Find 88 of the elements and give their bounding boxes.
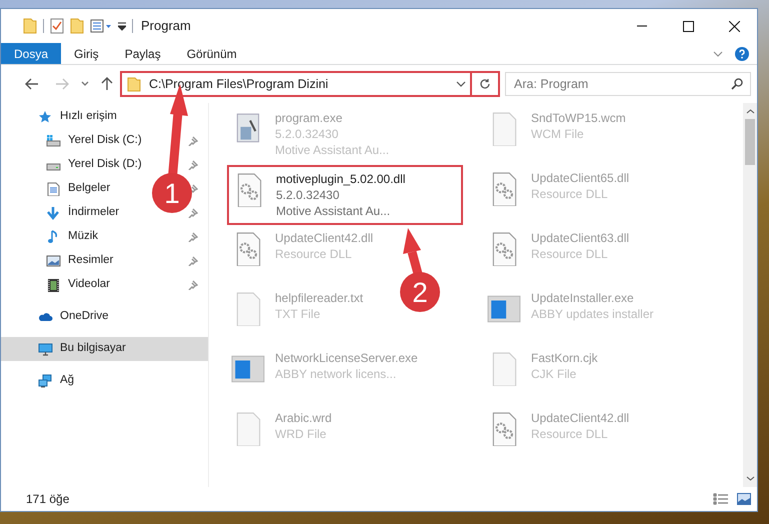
- file-name: helpfilereader.txt: [275, 290, 364, 306]
- file-detail: Motive Assistant Au...: [275, 142, 390, 158]
- file-detail: WCM File: [531, 126, 585, 142]
- back-arrow-icon[interactable]: [25, 78, 39, 90]
- nav-item[interactable]: Müzik: [68, 228, 98, 246]
- ribbon-tab[interactable]: Dosya: [1, 43, 62, 64]
- cloud-icon: [38, 310, 53, 324]
- up-arrow-icon[interactable]: [101, 77, 113, 91]
- scroll-thumb[interactable]: [745, 119, 755, 165]
- video-icon: [46, 278, 61, 292]
- ribbon-tab[interactable]: Giriş: [61, 43, 112, 64]
- file-name: UpdateClient65.dll: [531, 170, 630, 186]
- file-detail: 5.2.0.32430: [275, 126, 340, 142]
- expand-ribbon-icon[interactable]: [713, 50, 723, 56]
- callout-arrow: [403, 228, 422, 276]
- address-field[interactable]: C:\Program Files\Program Dizini: [120, 71, 472, 97]
- callout-badge: 2: [400, 272, 440, 312]
- help-icon[interactable]: [735, 46, 749, 60]
- file-name: motiveplugin_5.02.00.dll: [276, 171, 406, 187]
- checklist-icon[interactable]: [50, 18, 64, 34]
- customize-toolbar-icon[interactable]: [118, 21, 126, 31]
- pin-icon[interactable]: [188, 280, 198, 290]
- file-name: Arabic.wrd: [275, 410, 332, 426]
- network-icon: [38, 374, 53, 388]
- file-detail: Resource DLL: [531, 426, 609, 442]
- file-name: FastKorn.cjk: [531, 350, 598, 366]
- nav-item[interactable]: Ağ: [60, 372, 74, 390]
- file-name: NetworkLicenseServer.exe: [275, 350, 418, 366]
- nav-item[interactable]: Belgeler: [68, 180, 110, 198]
- nav-item[interactable]: Bu bilgisayar: [60, 340, 126, 358]
- folder-icon[interactable]: [23, 18, 37, 34]
- refresh-icon: [479, 78, 491, 90]
- address-path: C:\Program Files\Program Dizini: [149, 76, 328, 93]
- pin-icon[interactable]: [188, 160, 198, 170]
- download-icon: [46, 206, 61, 220]
- pin-icon[interactable]: [188, 136, 198, 146]
- nav-item[interactable]: Hızlı erişim: [60, 108, 117, 126]
- ribbon-tab[interactable]: Paylaş: [112, 43, 174, 64]
- item-count: 171 öğe: [26, 491, 70, 508]
- file-detail: TXT File: [275, 306, 322, 322]
- details-view-icon[interactable]: [713, 493, 729, 505]
- folder-icon[interactable]: [70, 18, 84, 34]
- search-field[interactable]: Ara: Program: [505, 72, 751, 96]
- file-detail: Motive Assistant Au...: [276, 203, 392, 219]
- document-icon: [46, 182, 61, 196]
- nav-item[interactable]: OneDrive: [60, 308, 109, 326]
- file-item[interactable]: motiveplugin_5.02.00.dll 5.2.0.32430 Motive Assistant Au...: [227, 165, 463, 225]
- properties-icon[interactable]: [90, 19, 112, 33]
- file-name: UpdateClient42.dll: [275, 230, 374, 246]
- file-name: UpdateClient42.dll: [531, 410, 630, 426]
- computer-icon: [38, 342, 53, 356]
- pin-icon[interactable]: [188, 256, 198, 266]
- scroll-up-icon[interactable]: [746, 109, 754, 114]
- dropdown-caret-icon[interactable]: [456, 81, 466, 87]
- nav-item[interactable]: Yerel Disk (D:): [68, 156, 142, 174]
- nav-item[interactable]: Yerel Disk (C:): [68, 132, 142, 150]
- picture-icon: [46, 254, 61, 268]
- file-detail: ABBY updates installer: [531, 306, 654, 322]
- file-name: SndToWP15.wcm: [531, 110, 626, 126]
- system-drive-icon: [46, 134, 61, 148]
- file-detail: CJK File: [531, 366, 578, 382]
- scrollbar[interactable]: [743, 103, 757, 487]
- folder-icon: [127, 76, 141, 92]
- file-detail: ABBY network licens...: [275, 366, 398, 382]
- search-icon: [731, 78, 743, 90]
- file-name: program.exe: [275, 110, 344, 126]
- nav-item[interactable]: Videolar: [68, 276, 110, 294]
- star-icon: [38, 110, 53, 124]
- large-icons-view-icon[interactable]: [737, 493, 751, 505]
- nav-item[interactable]: Resimler: [68, 252, 114, 270]
- file-detail: Resource DLL: [531, 186, 609, 202]
- refresh-button[interactable]: [472, 71, 500, 97]
- pin-icon[interactable]: [188, 232, 198, 242]
- ribbon-tab[interactable]: Görünüm: [174, 43, 250, 64]
- file-detail: WRD File: [275, 426, 328, 442]
- file-name: UpdateInstaller.exe: [531, 290, 635, 306]
- window-title: Program: [141, 17, 191, 36]
- file-detail: Resource DLL: [275, 246, 353, 262]
- maximize-icon: [682, 20, 694, 32]
- file-detail: 5.2.0.32430: [276, 187, 340, 203]
- close-icon: [728, 20, 740, 32]
- file-name: UpdateClient63.dll: [531, 230, 630, 246]
- file-detail: Resource DLL: [531, 246, 609, 262]
- callout-badge: 1: [152, 173, 192, 213]
- recent-locations-icon[interactable]: [81, 81, 89, 87]
- nav-item[interactable]: İndirmeler: [68, 204, 120, 222]
- scroll-down-icon[interactable]: [746, 476, 754, 481]
- pin-icon[interactable]: [188, 208, 198, 218]
